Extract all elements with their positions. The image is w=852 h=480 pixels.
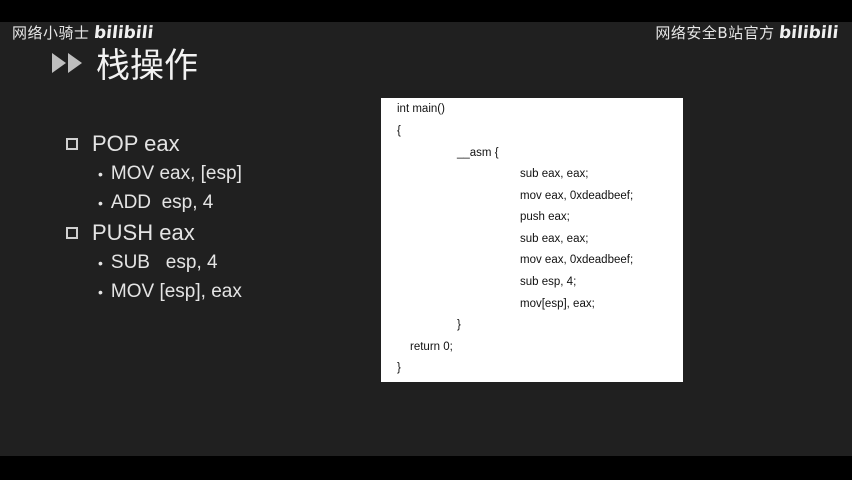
slide-title-row: 栈操作: [52, 38, 198, 87]
sub-bullet: • MOV eax, [esp]: [98, 159, 242, 188]
bullet-push: PUSH eax: [66, 217, 242, 248]
sub-bullet: • ADD esp, 4: [98, 188, 242, 217]
sub-bullet-label: SUB esp, 4: [110, 251, 218, 273]
code-line: mov eax, 0xdeadbeef;: [520, 190, 634, 202]
square-bullet-icon: [66, 137, 78, 150]
code-line: return 0;: [410, 341, 453, 353]
dot-bullet-icon: •: [98, 254, 103, 271]
code-line: sub eax, eax;: [520, 168, 589, 180]
bullet-pop: POP eax: [66, 128, 242, 159]
dot-bullet-icon: •: [98, 283, 103, 300]
code-line: }: [397, 362, 401, 374]
official-watermark: 网络安全B站官方 bilibili: [655, 22, 840, 43]
official-name: 网络安全B站官方: [655, 24, 775, 42]
sub-bullet-label: ADD esp, 4: [110, 191, 214, 213]
double-arrow-icon: [52, 52, 82, 73]
sub-bullet: • SUB esp, 4: [98, 248, 242, 277]
bullet-label: POP eax: [92, 130, 180, 156]
code-line: }: [457, 319, 461, 331]
bullet-list: POP eax • MOV eax, [esp] • ADD esp, 4 PU…: [66, 128, 242, 306]
code-line: sub esp, 4;: [520, 276, 577, 288]
code-line: int main(): [397, 103, 445, 115]
dot-bullet-icon: •: [98, 194, 103, 211]
sub-bullet-label: MOV [esp], eax: [110, 280, 242, 302]
square-bullet-icon: [66, 226, 78, 239]
code-line: {: [397, 125, 401, 137]
code-line: mov eax, 0xdeadbeef;: [520, 254, 634, 266]
code-snippet: int main() { __asm { sub eax, eax; mov e…: [381, 98, 683, 382]
code-line: __asm {: [457, 147, 499, 159]
sub-bullet: • MOV [esp], eax: [98, 277, 242, 306]
code-line: mov[esp], eax;: [520, 298, 595, 310]
code-line: sub eax, eax;: [520, 233, 589, 245]
code-line: push eax;: [520, 211, 570, 223]
bilibili-logo-right: bilibili: [777, 22, 840, 43]
dot-bullet-icon: •: [98, 165, 103, 182]
slide-title: 栈操作: [96, 46, 198, 86]
bullet-label: PUSH eax: [92, 219, 195, 245]
sub-bullet-label: MOV eax, [esp]: [110, 162, 242, 184]
